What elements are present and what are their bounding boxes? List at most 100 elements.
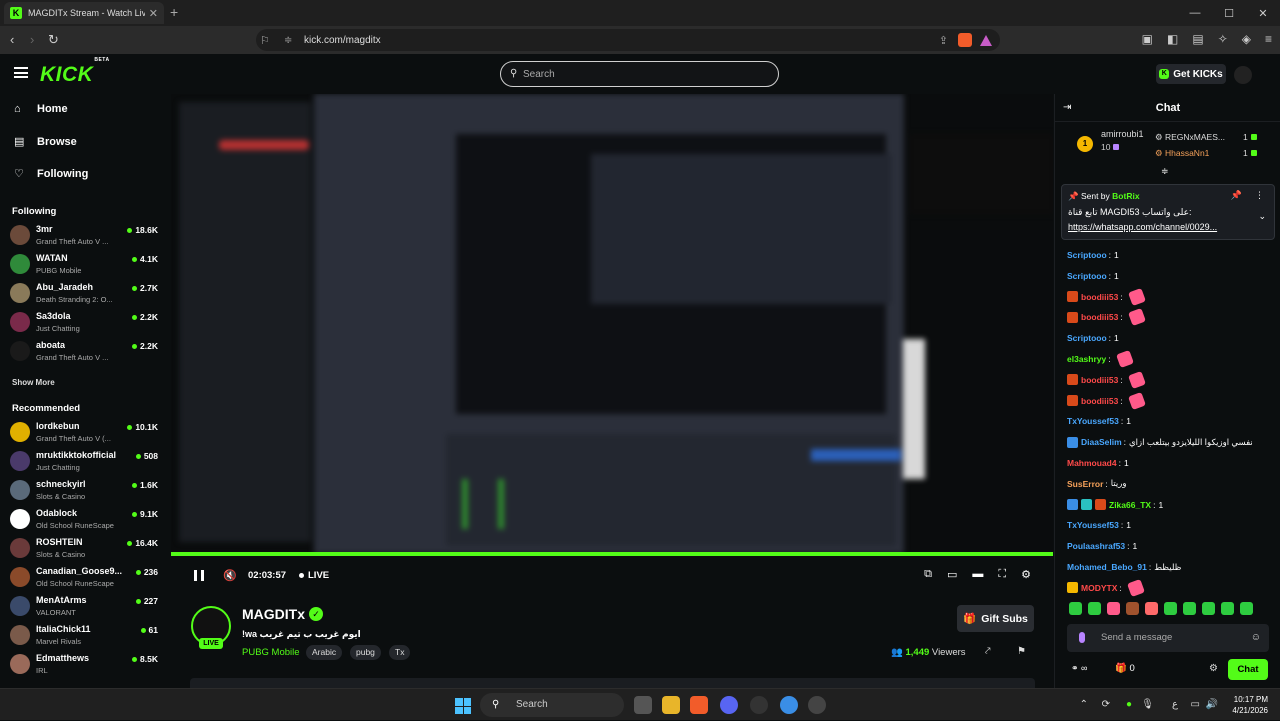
hamburger-menu-icon[interactable] [14,67,28,78]
sidebar-channel[interactable]: Abu_Jaradeh Death Stranding 2: O... 2.7K [10,280,166,308]
close-tab-icon[interactable]: ✕ [149,7,158,20]
unpin-icon[interactable]: 📌 [1231,190,1242,201]
language-indicator[interactable]: ع [1172,699,1178,710]
close-window-button[interactable]: ✕ [1246,0,1280,26]
follow-user-icon[interactable]: ⚑ [1017,646,1026,657]
emote-icon[interactable] [1069,602,1082,615]
leo-ai-icon[interactable]: ✧ [1218,32,1228,46]
obs-icon[interactable] [808,696,826,714]
brave-rewards-icon[interactable] [980,34,992,46]
taskbar-search[interactable]: ⚲ Search [480,693,624,717]
emote-icon[interactable] [1107,602,1120,615]
chat-username[interactable]: Scriptooo [1067,271,1107,281]
site-info-icon[interactable]: ≑ [284,35,292,46]
chat-username[interactable]: boodiii53 [1081,312,1118,322]
reload-icon[interactable]: ↻ [48,32,59,48]
chat-username[interactable]: el3ashryy [1067,354,1106,364]
sidebar-channel[interactable]: WATAN PUBG Mobile 4.1K [10,251,166,279]
sidebar-channel[interactable]: Canadian_Goose9... Old School RuneScape … [10,564,166,592]
emote-icon[interactable] [1221,602,1234,615]
chat-username[interactable]: TxYoussef53 [1067,520,1119,530]
emote-icon[interactable] [1164,602,1177,615]
sidebar-channel[interactable]: schneckyirl Slots & Casino 1.6K [10,477,166,505]
sidebar-channel[interactable]: ItaliaChick11 Marvel Rivals 61 [10,622,166,650]
clock-app-icon[interactable] [750,696,768,714]
forward-icon[interactable]: › [30,32,34,47]
microphone-icon[interactable] [1079,632,1085,643]
back-icon[interactable]: ‹ [10,32,14,47]
sidebar-icon[interactable]: ◧ [1167,32,1178,46]
chat-username[interactable]: Zika66_TX [1109,500,1151,510]
channel-name[interactable]: MAGDITx [242,606,305,622]
sidebar-channel[interactable]: lordkebun Grand Theft Auto V (... 10.1K [10,419,166,447]
pinned-message[interactable]: 📌 Sent by BotRix تابع قناة MAGDI53 على و… [1061,184,1275,240]
filter-icon[interactable]: ≑ [1161,166,1169,177]
tag-pubg[interactable]: pubg [350,645,381,660]
leaderboard-top-name[interactable]: amirroubi1 [1101,129,1144,139]
emote-icon[interactable] [1240,602,1253,615]
wallet-icon[interactable]: ▤ [1192,32,1203,46]
chat-username[interactable]: Poulaashraf53 [1067,541,1125,551]
microphone-icon[interactable]: 🎙 [1141,699,1154,710]
taskbar-clock[interactable]: 10:17 PM 4/21/2026 [1222,694,1268,716]
show-more-link[interactable]: Show More [12,378,55,387]
sidebar-channel[interactable]: aboata Grand Theft Auto V ... 2.2K [10,338,166,366]
mute-icon[interactable]: 🔇 [223,569,237,582]
sidebar-item-browse[interactable]: ▤ Browse [14,135,77,149]
emote-icon[interactable] [1126,602,1139,615]
emoji-icon[interactable]: ☺ [1251,632,1261,643]
status-icon[interactable]: ● [1126,699,1132,710]
vpn-icon[interactable]: ◈ [1242,32,1251,46]
chat-username[interactable]: boodiii53 [1081,396,1118,406]
send-chat-button[interactable]: Chat [1228,659,1268,680]
sync-icon[interactable]: ⟳ [1102,699,1110,710]
tag-arabic[interactable]: Arabic [306,645,343,660]
leaderboard-name[interactable]: ⚙ HhassaNn1 [1155,148,1209,159]
sidebar-channel[interactable]: Odablock Old School RuneScape 9.1K [10,506,166,534]
discord-icon[interactable] [720,696,738,714]
sidebar-channel[interactable]: ROSHTEIN Slots & Casino 16.4K [10,535,166,563]
browser-tab[interactable]: K MAGDITx Stream - Watch Live on Kick ✕ [4,2,164,24]
search-input[interactable]: ⚲ Search [500,61,779,87]
maximize-button[interactable]: ☐ [1212,0,1246,26]
chat-username[interactable]: boodiii53 [1081,292,1118,302]
url-field[interactable]: ⚐ ≑ kick.com/magditx ⇪ [256,29,1000,51]
chat-username[interactable]: boodiii53 [1081,375,1118,385]
bookmark-icon[interactable]: ⚐ [260,34,270,47]
chat-input[interactable]: Send a message ☺ [1067,624,1269,652]
sidebar-item-following[interactable]: ♡ Following [14,167,88,181]
user-avatar[interactable] [1234,66,1252,84]
pause-button[interactable] [194,570,204,581]
tag-tx[interactable]: Tx [389,645,411,660]
emote-icon[interactable] [1088,602,1101,615]
app-icon[interactable] [780,696,798,714]
chevron-up-icon[interactable]: ⌃ [1080,699,1088,710]
gift-subs-button[interactable]: 🎁 Gift Subs [957,605,1034,632]
video-player[interactable] [171,94,1053,554]
sidebar-item-home[interactable]: ⌂ Home [14,103,68,115]
share-icon[interactable]: ⤤ [985,646,991,657]
sidebar-channel[interactable]: MenAtArms VALORANT 227 [10,593,166,621]
leaderboard-name[interactable]: ⚙ REGNxMAES... [1155,132,1225,143]
stream-category-link[interactable]: PUBG Mobile [242,647,300,658]
get-kicks-button[interactable]: K Get KICKs [1156,64,1226,84]
kick-logo[interactable]: KICKBETA [40,57,110,87]
volume-icon[interactable]: 🔊 [1206,699,1218,710]
theater-mode-icon[interactable]: ▬ [972,568,983,581]
menu-icon[interactable]: ≡ [1265,32,1272,46]
chat-username[interactable]: DiaaSelim [1081,437,1122,447]
share-icon[interactable]: ⇪ [939,34,948,47]
emote-icon[interactable] [1145,602,1158,615]
clip-icon[interactable]: ▭ [947,568,957,581]
sidebar-channel[interactable]: Edmatthews IRL 8.5K [10,651,166,679]
channel-points[interactable]: ⚭ ∞ [1071,663,1087,674]
pip-icon[interactable]: ⧉ [924,568,932,581]
chat-username[interactable]: MODYTX [1081,583,1117,593]
more-options-icon[interactable]: ⋮ [1255,190,1264,201]
chat-settings-icon[interactable]: ⚙ [1209,663,1218,674]
windows-start-icon[interactable] [455,698,471,714]
brave-shields-icon[interactable] [958,33,972,47]
minimize-button[interactable]: — [1178,0,1212,26]
collapse-chat-icon[interactable]: ⇥ [1063,102,1071,113]
emote-icon[interactable] [1183,602,1196,615]
